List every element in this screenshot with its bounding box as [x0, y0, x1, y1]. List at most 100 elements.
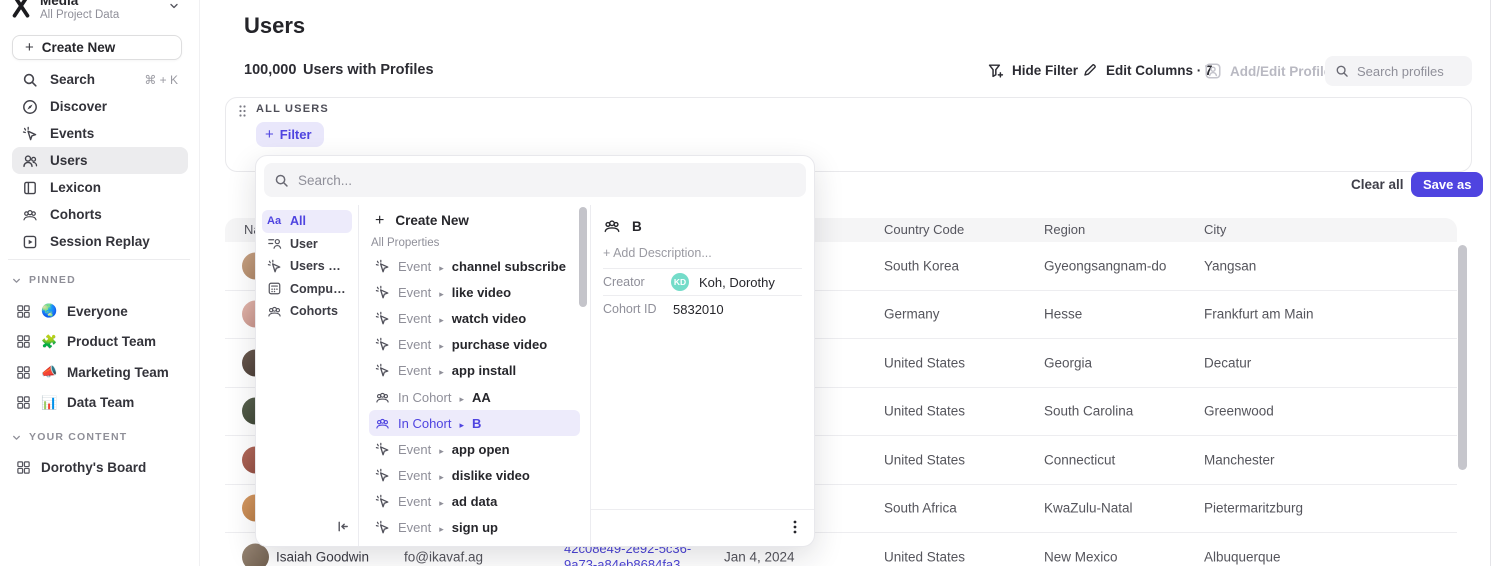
popup-property-list: Create New All Properties Eventchannel s… [359, 205, 590, 546]
property-item-event[interactable]: Eventlike video [369, 279, 580, 305]
event-icon [375, 311, 390, 326]
megaphone-emoji-icon: 📣 [41, 364, 58, 380]
property-item-event[interactable]: Eventad data [369, 489, 580, 515]
pinned-section-header[interactable]: PINNED [12, 274, 76, 286]
computed-icon [267, 281, 282, 296]
sidebar-item-search[interactable]: Search ⌘ + K [12, 66, 188, 93]
hide-filter-label: Hide Filter [1012, 63, 1078, 78]
edit-columns-button[interactable]: Edit Columns · 7 [1082, 62, 1213, 78]
sidebar-board-everyone[interactable]: 🌏 Everyone [12, 296, 188, 327]
cohort-icon [22, 207, 38, 223]
event-icon [375, 337, 390, 352]
add-description-link[interactable]: + Add Description... [603, 238, 802, 268]
category-computed[interactable]: Computed [262, 278, 352, 301]
property-item-event[interactable]: Eventapp install [369, 358, 580, 384]
event-icon [375, 442, 390, 457]
chevron-right-icon [439, 311, 444, 326]
cell-city: Decatur [1204, 355, 1251, 370]
category-user[interactable]: User [262, 233, 352, 256]
property-item-event[interactable]: Eventwatch video [369, 305, 580, 331]
sidebar-item-cohorts[interactable]: Cohorts [12, 201, 188, 228]
add-filter-button[interactable]: Filter [256, 122, 324, 147]
property-item-cohort-selected[interactable]: In CohortB [369, 410, 580, 436]
chevron-right-icon [439, 442, 444, 457]
board-label: Everyone [67, 304, 128, 319]
table-scrollbar[interactable] [1458, 245, 1467, 470]
category-users-who-did[interactable]: Users who di... [262, 255, 352, 278]
sidebar-board-dorothys-board[interactable]: Dorothy's Board [12, 452, 188, 483]
compass-icon [22, 99, 38, 115]
popup-category-nav: Aa All User Users who di... Computed [256, 205, 359, 546]
sidebar-board-data-team[interactable]: 📊 Data Team [12, 388, 188, 419]
plus-icon [375, 212, 384, 230]
category-all[interactable]: Aa All [262, 210, 352, 233]
save-as-button[interactable]: Save as [1411, 172, 1483, 197]
hide-filter-button[interactable]: Hide Filter [987, 62, 1078, 79]
cell-country: United States [884, 452, 965, 467]
column-header-country-code[interactable]: Country Code [884, 218, 964, 242]
sidebar-item-label: Lexicon [50, 180, 101, 195]
collapse-panel-icon[interactable] [335, 519, 350, 534]
profile-search-box[interactable] [1325, 56, 1472, 86]
filter-button-label: Filter [280, 127, 312, 142]
popup-list-scrollbar[interactable] [579, 207, 587, 307]
search-shortcut: ⌘ + K [144, 73, 178, 87]
add-edit-profile-label: Add/Edit Profile [1230, 64, 1331, 79]
cohort-id-row: Cohort ID 5832010 [603, 295, 802, 322]
cell-city: Frankfurt am Main [1204, 307, 1314, 322]
popup-create-new-button[interactable]: Create New [369, 207, 580, 234]
filter-property-popup: Aa All User Users who di... Computed [255, 155, 815, 547]
sidebar-item-lexicon[interactable]: Lexicon [12, 174, 188, 201]
property-item-event[interactable]: Eventchannel subscribe [369, 253, 580, 279]
add-edit-profile-button[interactable]: Add/Edit Profile [1204, 62, 1331, 80]
cell-region: Georgia [1044, 355, 1092, 370]
chart-emoji-icon: 📊 [41, 395, 58, 411]
app-logo-icon[interactable] [10, 0, 32, 20]
cell-date: Jan 4, 2024 [724, 549, 795, 564]
sidebar-item-users[interactable]: Users [12, 147, 188, 174]
create-new-button[interactable]: Create New [12, 35, 182, 60]
clear-all-button[interactable]: Clear all [1351, 177, 1404, 192]
property-item-event[interactable]: Eventsign up [369, 515, 580, 541]
project-chevron-down-icon[interactable] [168, 0, 180, 12]
sidebar-item-session-replay[interactable]: Session Replay [12, 228, 188, 255]
sidebar-item-discover[interactable]: Discover [12, 93, 188, 120]
sidebar-item-label: Discover [50, 99, 107, 114]
cell-city: Greenwood [1204, 404, 1274, 419]
property-item-event[interactable]: Eventdislike video [369, 463, 580, 489]
property-item-event[interactable]: Eventapp open [369, 436, 580, 462]
cell-city: Albuquerque [1204, 549, 1281, 564]
count-label[interactable]: Users with Profiles [303, 62, 434, 78]
column-header-region[interactable]: Region [1044, 218, 1085, 242]
cell-region: Connecticut [1044, 452, 1115, 467]
popup-search-input[interactable] [298, 173, 796, 188]
plus-icon [265, 126, 274, 143]
board-icon [16, 395, 32, 410]
sidebar-item-events[interactable]: Events [12, 120, 188, 147]
cohort-id-value: 5832010 [673, 302, 724, 317]
create-new-label: Create New [395, 213, 469, 228]
cell-region: South Carolina [1044, 404, 1133, 419]
sidebar-board-product-team[interactable]: 🧩 Product Team [12, 327, 188, 358]
more-options-icon[interactable] [788, 519, 802, 535]
project-name[interactable]: Media [40, 0, 78, 8]
event-icon [267, 259, 282, 274]
event-icon [375, 468, 390, 483]
text-aa-icon: Aa [267, 215, 282, 227]
property-item-event[interactable]: Eventpurchase video [369, 332, 580, 358]
property-item-cohort[interactable]: In CohortAA [369, 384, 580, 410]
drag-handle-icon[interactable] [237, 104, 248, 118]
content-right-border [1490, 0, 1491, 566]
cell-region: KwaZulu-Natal [1044, 501, 1133, 516]
your-content-section-header[interactable]: YOUR CONTENT [12, 431, 127, 443]
cohort-detail-panel: B + Add Description... Creator KD Koh, D… [590, 205, 814, 546]
page-title: Users [244, 13, 305, 39]
sidebar-item-label: Cohorts [50, 207, 102, 222]
sidebar-board-marketing-team[interactable]: 📣 Marketing Team [12, 357, 188, 388]
category-cohorts[interactable]: Cohorts [262, 300, 352, 323]
category-label: All [290, 214, 306, 228]
column-header-city[interactable]: City [1204, 218, 1226, 242]
cohort-title-row: B [603, 214, 802, 238]
popup-search-box[interactable] [264, 163, 806, 197]
profile-search-input[interactable] [1357, 64, 1462, 79]
